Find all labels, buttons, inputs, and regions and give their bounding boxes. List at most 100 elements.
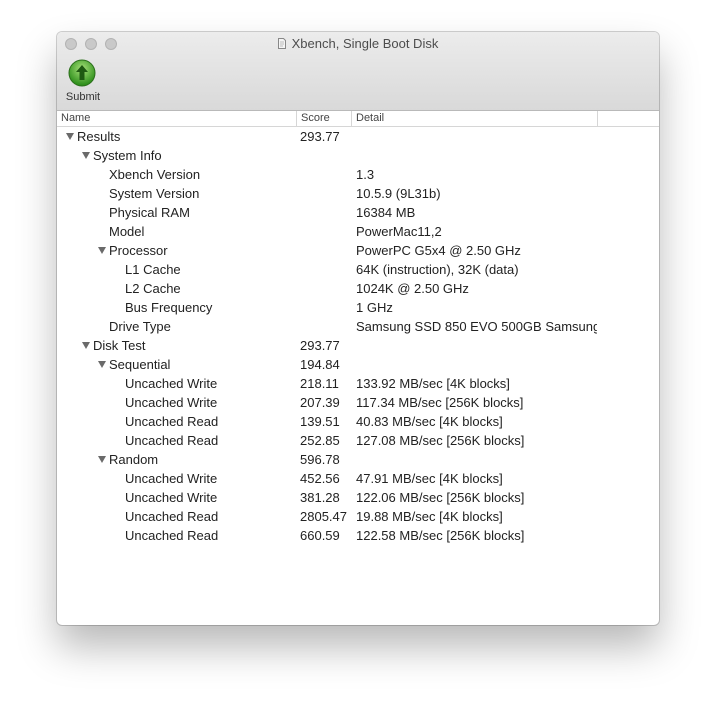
row-detail (356, 355, 597, 374)
row-detail: 16384 MB (356, 205, 416, 220)
row-name: Uncached Read (125, 509, 219, 524)
row-name: L2 Cache (125, 281, 181, 296)
row-name: Uncached Read (125, 433, 219, 448)
row-detail: 1.3 (356, 167, 375, 182)
row-name: Bus Frequency (125, 300, 213, 315)
row-score: 596.78 (300, 452, 340, 467)
row-score: 660.59 (300, 528, 340, 543)
row-score: 293.77 (300, 338, 340, 353)
row-name: Disk Test (93, 338, 146, 353)
disclosure-triangle-icon[interactable] (82, 152, 90, 159)
row-detail (356, 450, 597, 469)
outline-row[interactable]: Model PowerMac11,2 (57, 222, 659, 241)
row-score: 2805.47 (300, 509, 347, 524)
outline-row[interactable]: Uncached Read 252.85 127.08 MB/sec [256K b… (57, 431, 659, 450)
outline-row[interactable]: Uncached Write 452.56 47.91 MB/sec [4K blo… (57, 469, 659, 488)
row-detail: 10.5.9 (9L31b) (356, 186, 441, 201)
row-name: Model (109, 224, 145, 239)
row-detail: 1 GHz (356, 300, 393, 315)
row-score: 452.56 (300, 471, 340, 486)
outline-row[interactable]: Random 596.78 (57, 450, 659, 469)
column-detail-header[interactable]: Detail (351, 111, 597, 126)
outline-row[interactable]: Physical RAM 16384 MB (57, 203, 659, 222)
outline-row[interactable]: System Version 10.5.9 (9L31b) (57, 184, 659, 203)
row-score (300, 184, 352, 203)
outline-row[interactable]: Disk Test 293.77 (57, 336, 659, 355)
row-score (300, 241, 352, 260)
outline-row[interactable]: Bus Frequency 1 GHz (57, 298, 659, 317)
row-detail: 47.91 MB/sec [4K blocks] (356, 471, 503, 486)
outline-row[interactable]: Uncached Read 2805.47 19.88 MB/sec [4K blo… (57, 507, 659, 526)
row-name: Drive Type (109, 319, 171, 334)
disclosure-triangle-icon[interactable] (98, 361, 106, 368)
column-score-header[interactable]: Score (296, 111, 351, 126)
outline-row[interactable]: Processor PowerPC G5x4 @ 2.50 GHz (57, 241, 659, 260)
upload-arrow-icon (68, 59, 96, 87)
outline-row[interactable]: System Info (57, 146, 659, 165)
row-detail: 127.08 MB/sec [256K blocks] (356, 433, 525, 448)
row-detail (356, 336, 597, 355)
row-name: Uncached Write (125, 395, 218, 410)
disclosure-triangle-icon[interactable] (98, 247, 106, 254)
row-detail: Samsung SSD 850 EVO 500GB Samsung S (356, 319, 597, 334)
window-title-text: Xbench, Single Boot Disk (291, 36, 439, 51)
row-detail (356, 146, 597, 165)
window-title: Xbench, Single Boot Disk (57, 36, 659, 52)
row-score (300, 146, 352, 165)
submit-label: Submit (65, 91, 101, 103)
row-name: System Version (109, 186, 200, 201)
row-score (300, 298, 352, 317)
disclosure-triangle-icon[interactable] (82, 342, 90, 349)
row-score: 139.51 (300, 414, 340, 429)
row-score: 194.84 (300, 357, 340, 372)
row-name: Random (109, 452, 159, 467)
row-score: 207.39 (300, 395, 340, 410)
row-name: L1 Cache (125, 262, 181, 277)
row-detail: 1024K @ 2.50 GHz (356, 281, 469, 296)
outline-row[interactable]: Xbench Version 1.3 (57, 165, 659, 184)
disclosure-triangle-icon[interactable] (98, 456, 106, 463)
outline-row[interactable]: Uncached Write 207.39 117.34 MB/sec [256K … (57, 393, 659, 412)
row-name: Results (77, 129, 121, 144)
xbench-window: Xbench, Single Boot Disk Submit Name Sco… (57, 32, 659, 625)
outline-row[interactable]: Uncached Read 139.51 40.83 MB/sec [4K bloc… (57, 412, 659, 431)
row-detail: 64K (instruction), 32K (data) (356, 262, 519, 277)
column-name-header[interactable]: Name (57, 111, 296, 126)
outline-row[interactable]: Drive Type Samsung SSD 850 EVO 500GB Sams… (57, 317, 659, 336)
row-score (300, 203, 352, 222)
disclosure-triangle-icon[interactable] (66, 133, 74, 140)
submit-button[interactable]: Submit (63, 59, 103, 105)
row-detail: 122.06 MB/sec [256K blocks] (356, 490, 525, 505)
row-score (300, 165, 352, 184)
row-name: Xbench Version (109, 167, 201, 182)
row-detail: PowerMac11,2 (356, 224, 442, 239)
row-score (300, 317, 352, 336)
row-name: Uncached Write (125, 471, 218, 486)
outline-row[interactable]: Uncached Write 381.28 122.06 MB/sec [256K … (57, 488, 659, 507)
outline-row[interactable]: L1 Cache 64K (instruction), 32K (data) (57, 260, 659, 279)
outline-row[interactable]: Uncached Read 660.59 122.58 MB/sec [256K b… (57, 526, 659, 545)
row-name: Uncached Write (125, 376, 218, 391)
outline-row[interactable]: Uncached Write 218.11 133.92 MB/sec [4K bl… (57, 374, 659, 393)
row-score: 381.28 (300, 490, 340, 505)
row-name: Uncached Write (125, 490, 218, 505)
row-detail: 122.58 MB/sec [256K blocks] (356, 528, 525, 543)
column-empty-header (597, 111, 659, 126)
outline-row[interactable]: L2 Cache 1024K @ 2.50 GHz (57, 279, 659, 298)
row-detail: PowerPC G5x4 @ 2.50 GHz (356, 243, 521, 258)
row-score: 218.11 (300, 376, 339, 391)
row-name: Sequential (109, 357, 171, 372)
row-detail: 19.88 MB/sec [4K blocks] (356, 509, 503, 524)
outline-row[interactable]: Results 293.77 (57, 127, 659, 146)
row-name: Processor (109, 243, 168, 258)
row-detail (356, 127, 597, 146)
row-score (300, 222, 352, 241)
row-detail: 133.92 MB/sec [4K blocks] (356, 376, 510, 391)
document-icon (277, 38, 286, 49)
row-name: System Info (93, 148, 162, 163)
row-score (300, 260, 352, 279)
toolbar: Xbench, Single Boot Disk Submit (57, 32, 659, 111)
outline-row[interactable]: Sequential 194.84 (57, 355, 659, 374)
row-score: 293.77 (300, 129, 340, 144)
row-name: Physical RAM (109, 205, 190, 220)
